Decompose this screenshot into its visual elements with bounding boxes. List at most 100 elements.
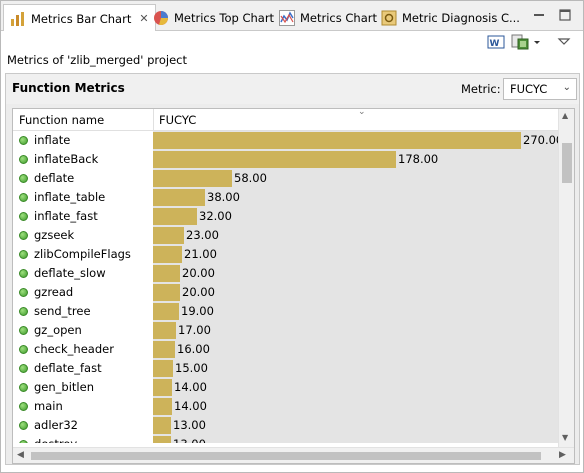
bar-track: 23.00 — [153, 226, 558, 245]
status-dot-icon — [19, 231, 28, 240]
vertical-scrollbar[interactable]: ▲ ▼ — [558, 109, 574, 447]
function-name: inflate_fast — [34, 209, 98, 223]
table-row[interactable]: inflate_table 38.00 — [13, 188, 558, 207]
bar-track: 17.00 — [153, 321, 558, 340]
status-dot-icon — [19, 155, 28, 164]
vertical-scroll-thumb[interactable] — [562, 143, 572, 183]
status-dot-icon — [19, 250, 28, 259]
table-row[interactable]: inflate 270.00 — [13, 131, 558, 150]
table-row[interactable]: gz_open 17.00 — [13, 321, 558, 340]
table-row[interactable]: deflate_slow 20.00 — [13, 264, 558, 283]
bar-chart-icon — [10, 11, 26, 27]
tab-metric-diagnosis[interactable]: Metric Diagnosis C... — [375, 4, 526, 31]
function-name: inflate_table — [34, 190, 106, 204]
status-dot-icon — [19, 288, 28, 297]
function-name: gzseek — [34, 228, 75, 242]
table-row[interactable]: deflate 58.00 — [13, 169, 558, 188]
metrics-bar-chart-view: Metrics Bar Chart ✕ Metrics Top Chart Me… — [0, 0, 584, 473]
function-name: zlibCompileFlags — [34, 247, 131, 261]
table-header: Function name FUCYC ⌄ — [13, 109, 558, 131]
metric-bar — [153, 208, 197, 225]
bar-track: 14.00 — [153, 397, 558, 416]
tab-metrics-bar-chart[interactable]: Metrics Bar Chart ✕ — [3, 4, 156, 32]
metric-bar — [153, 360, 173, 377]
metric-value: 16.00 — [177, 342, 210, 356]
function-metrics-table: Function name FUCYC ⌄ inflate270.00infla… — [12, 108, 575, 464]
function-name: check_header — [34, 342, 114, 356]
table-row[interactable]: adler32 13.00 — [13, 416, 558, 435]
dropdown-arrow-icon[interactable] — [531, 34, 543, 50]
status-dot-icon — [19, 402, 28, 411]
table-row[interactable]: check_header 16.00 — [13, 340, 558, 359]
table-row[interactable]: deflate_fast 15.00 — [13, 359, 558, 378]
view-menu-icon[interactable] — [557, 34, 571, 50]
table-row[interactable]: inflateBack 178.00 — [13, 150, 558, 169]
bar-track: 32.00 — [153, 207, 558, 226]
pie-chart-icon — [153, 10, 169, 26]
column-divider[interactable] — [153, 109, 154, 131]
tab-label: Metrics Chart — [300, 10, 378, 25]
table-row[interactable]: inflate_fast 32.00 — [13, 207, 558, 226]
metric-value: 21.00 — [184, 247, 217, 261]
metric-value: 19.00 — [181, 304, 214, 318]
table-row[interactable]: zlibCompileFlags 21.00 — [13, 245, 558, 264]
function-name: send_tree — [34, 304, 91, 318]
metric-bar — [153, 132, 521, 149]
scroll-left-icon[interactable]: ◀ — [17, 450, 24, 460]
metric-bar — [153, 417, 171, 434]
horizontal-scroll-thumb[interactable] — [31, 452, 541, 460]
tab-label: Metrics Bar Chart — [31, 11, 132, 26]
metric-value: 23.00 — [186, 228, 219, 242]
scroll-up-icon[interactable]: ▲ — [562, 111, 568, 120]
table-row[interactable]: gzseek 23.00 — [13, 226, 558, 245]
view-toolbar: W — [1, 31, 583, 53]
table-row[interactable]: gzread 20.00 — [13, 283, 558, 302]
function-name: adler32 — [34, 418, 78, 432]
metric-bar — [153, 265, 180, 282]
line-chart-icon — [279, 9, 295, 26]
column-header-function-name[interactable]: Function name — [19, 113, 104, 127]
export-word-icon[interactable]: W — [487, 34, 505, 50]
status-dot-icon — [19, 440, 28, 443]
metric-bar — [153, 303, 179, 320]
metric-bar — [153, 284, 180, 301]
tab-metrics-chart[interactable]: Metrics Chart — [273, 4, 383, 31]
column-header-metric[interactable]: FUCYC — [159, 113, 196, 127]
metric-value: 14.00 — [174, 399, 207, 413]
metric-value: 17.00 — [178, 323, 211, 337]
table-body: inflate 270.00 inflateBack 178.00 deflate 58.… — [13, 131, 558, 443]
tab-metrics-top-chart[interactable]: Metrics Top Chart — [147, 4, 280, 31]
metric-value: 32.00 — [199, 209, 232, 223]
metric-bar — [153, 322, 176, 339]
metric-bar — [153, 246, 182, 263]
metric-bar — [153, 436, 171, 443]
project-subtitle: Metrics of 'zlib_merged' project — [7, 53, 187, 67]
maximize-button[interactable] — [557, 7, 573, 23]
table-row[interactable]: send_tree 19.00 — [13, 302, 558, 321]
table-row[interactable]: destroy 13.00 — [13, 435, 558, 443]
scroll-right-icon[interactable]: ▶ — [559, 450, 566, 460]
horizontal-scrollbar[interactable]: ◀ ▶ — [13, 447, 574, 463]
bar-track: 19.00 — [153, 302, 558, 321]
minimize-button[interactable] — [531, 7, 547, 23]
bar-track: 13.00 — [153, 435, 558, 443]
function-name: gz_open — [34, 323, 82, 337]
metric-value: 270.00 — [523, 133, 558, 147]
function-metrics-panel: Function Metrics Metric: FUCYC ⌄ Functio… — [5, 73, 580, 465]
bar-track: 15.00 — [153, 359, 558, 378]
tab-label: Metrics Top Chart — [174, 10, 275, 25]
export-image-icon[interactable] — [511, 34, 529, 50]
scroll-down-icon[interactable]: ▼ — [562, 433, 568, 442]
table-row[interactable]: gen_bitlen 14.00 — [13, 378, 558, 397]
function-name: destroy — [34, 437, 77, 443]
metric-value: 38.00 — [207, 190, 240, 204]
metric-value: 178.00 — [398, 152, 439, 166]
status-dot-icon — [19, 193, 28, 202]
status-dot-icon — [19, 269, 28, 278]
function-name: inflate — [34, 133, 71, 147]
table-row[interactable]: main 14.00 — [13, 397, 558, 416]
bar-track: 20.00 — [153, 283, 558, 302]
metric-select[interactable]: FUCYC ⌄ — [503, 78, 577, 100]
status-dot-icon — [19, 345, 28, 354]
metric-bar — [153, 189, 205, 206]
